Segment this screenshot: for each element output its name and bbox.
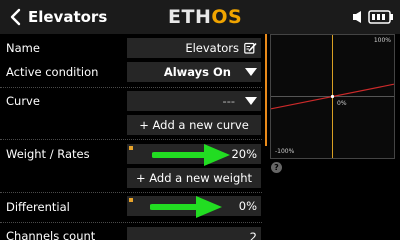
name-field[interactable]: Elevators [127,38,261,58]
speaker-icon[interactable] [352,10,364,24]
page-title: Elevators [28,8,108,26]
top-bar: Elevators ETHOS [0,0,400,34]
weight-label: Weight / Rates [6,147,90,161]
active-condition-value: Always On [163,65,231,79]
curve-select[interactable]: --- [127,91,261,111]
active-condition-select[interactable]: Always On [127,62,261,82]
name-value: Elevators [185,41,239,55]
divider [0,87,262,88]
chevron-down-icon [245,97,257,105]
active-condition-label: Active condition [6,65,99,79]
edit-icon [244,42,257,54]
chevron-left-icon[interactable] [8,8,24,26]
differential-value: 0% [238,199,257,213]
graph-center-label: 0% [337,100,347,107]
value-marker [129,146,133,150]
curve-center-point [330,94,335,99]
graph-top-label: 100% [373,37,391,44]
scrollbar[interactable] [265,34,267,146]
add-curve-button[interactable]: + Add a new curve [127,115,261,135]
chevron-down-icon [245,68,257,76]
divider [0,192,262,193]
differential-label: Differential [6,200,70,214]
weight-value: 20% [231,147,257,161]
curve-label: Curve [6,94,40,108]
value-marker [129,198,133,202]
ethos-logo: ETHOS [168,6,243,28]
divider [0,139,262,140]
curve-graph-plot [271,35,394,158]
divider [0,222,262,223]
curve-value: --- [222,94,235,108]
help-icon[interactable]: ? [271,162,282,173]
name-label: Name [6,41,40,55]
graph-bottom-label: -100% [275,148,295,155]
battery-icon [368,10,393,24]
curve-graph: 100% 0% -100% [270,34,395,159]
channels-count-field[interactable]: 2 [127,227,261,240]
channels-count-value: 2 [249,230,257,240]
arrow-annotation-differential [150,196,222,218]
add-weight-button[interactable]: + Add a new weight [127,168,261,188]
channels-count-label: Channels count [6,229,96,240]
arrow-annotation-weight [152,144,230,166]
